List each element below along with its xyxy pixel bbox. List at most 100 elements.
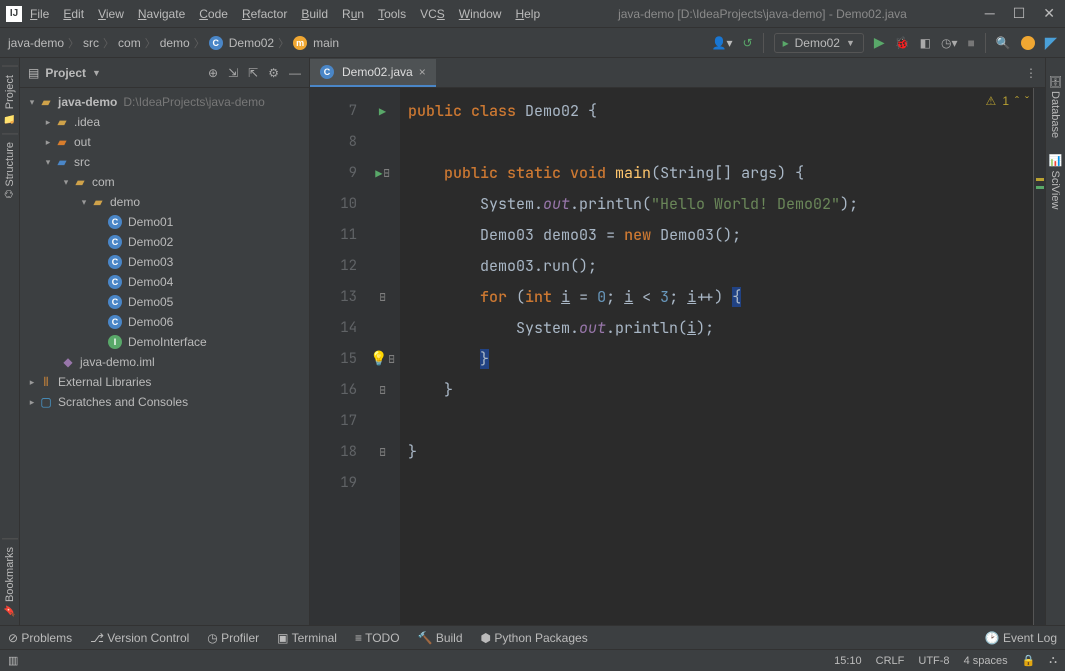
run-config-selector[interactable]: ▸ Demo02 ▼ [774, 33, 864, 53]
editor-tabs: C Demo02.java × ⋮ [310, 58, 1045, 88]
tree-out[interactable]: ▸▰out [20, 132, 309, 152]
status-memory-icon[interactable]: ⛬ [1049, 654, 1057, 667]
fold-close-icon[interactable]: ⊟ [380, 372, 386, 409]
breadcrumb-class[interactable]: Demo02 [229, 36, 274, 50]
fold-close-icon[interactable]: ⊟ [388, 341, 394, 378]
tab-demo02[interactable]: C Demo02.java × [310, 59, 436, 87]
tab-more-icon[interactable]: ⋮ [1025, 66, 1037, 80]
chevron-down-icon[interactable]: ▼ [92, 68, 101, 78]
collapse-icon[interactable]: ⇱ [248, 66, 258, 80]
stop-button-icon[interactable]: ■ [967, 36, 974, 50]
hide-panel-icon[interactable]: — [289, 66, 301, 80]
class-icon: C [108, 275, 122, 289]
debug-button-icon[interactable]: 🐞 [895, 36, 910, 50]
fold-close-icon[interactable]: ⊟ [380, 434, 386, 471]
fold-open-icon[interactable]: ⊟ [380, 279, 386, 316]
run-button-icon[interactable]: ▶ [874, 34, 885, 51]
coverage-icon[interactable]: ◧ [920, 36, 931, 50]
close-tab-icon[interactable]: × [419, 65, 426, 79]
left-tab-structure[interactable]: ⌬ Structure [2, 133, 18, 206]
lightbulb-icon[interactable]: 💡 [370, 344, 387, 375]
menu-build[interactable]: Build [301, 7, 328, 21]
status-tools-icon[interactable]: ▥ [8, 654, 18, 667]
menu-refactor[interactable]: Refactor [242, 7, 287, 21]
tool-python[interactable]: ⬢ Python Packages [481, 631, 588, 645]
fold-open-icon[interactable]: ⊟ [383, 155, 389, 192]
tool-vcs[interactable]: ⎇ Version Control [90, 631, 189, 645]
tree-demo[interactable]: ▾▰demo [20, 192, 309, 212]
tool-profiler[interactable]: ◷ Profiler [207, 631, 259, 645]
tree-com[interactable]: ▾▰com [20, 172, 309, 192]
tree-class-demo06[interactable]: CDemo06 [20, 312, 309, 332]
status-caret-pos[interactable]: 15:10 [834, 655, 862, 667]
menu-window[interactable]: Window [459, 7, 502, 21]
tree-project-root[interactable]: ▾▰ java-demo D:\IdeaProjects\java-demo [20, 92, 309, 112]
error-stripe[interactable] [1033, 88, 1045, 625]
menu-tools[interactable]: Tools [378, 7, 406, 21]
tree-class-demo01[interactable]: CDemo01 [20, 212, 309, 232]
select-opened-icon[interactable]: ⊕ [208, 66, 218, 80]
tree-class-demo03[interactable]: CDemo03 [20, 252, 309, 272]
menu-edit[interactable]: Edit [63, 7, 84, 21]
hammer-back-icon[interactable]: ↺ [743, 36, 753, 50]
menu-run[interactable]: Run [342, 7, 364, 21]
left-tab-project[interactable]: 📁 Project [2, 66, 18, 133]
tree-interface[interactable]: IDemoInterface [20, 332, 309, 352]
tree-scratches[interactable]: ▸▢Scratches and Consoles [20, 392, 309, 412]
expand-icon[interactable]: ⇲ [228, 66, 238, 80]
editor-area: C Demo02.java × ⋮ 78 910 1112 1314 1516 … [310, 58, 1045, 625]
gear-icon[interactable]: ⚙ [268, 66, 279, 80]
menu-vcs[interactable]: VCS [420, 7, 445, 21]
tree-iml[interactable]: ◆java-demo.iml [20, 352, 309, 372]
run-gutter-icon[interactable]: ▶ [375, 158, 382, 189]
status-readonly-icon[interactable]: 🔒 [1022, 654, 1036, 667]
run-gutter-icon[interactable]: ▶ [379, 96, 386, 127]
tab-label: Demo02.java [342, 65, 413, 79]
tree-external-libraries[interactable]: ▸⫴External Libraries [20, 372, 309, 392]
breadcrumb-demo[interactable]: demo [160, 36, 190, 50]
chevron-down-icon: ▼ [846, 38, 855, 48]
inspection-widget[interactable]: ⚠ 1 ˆ ˇ [986, 94, 1029, 108]
class-icon: C [320, 65, 334, 79]
close-icon[interactable]: ✕ [1043, 5, 1055, 22]
project-mode-icon: ▤ [28, 66, 39, 80]
maximize-icon[interactable]: ☐ [1013, 5, 1026, 22]
tool-problems[interactable]: ⊘ Problems [8, 631, 72, 645]
breadcrumb-src[interactable]: src [83, 36, 99, 50]
menu-code[interactable]: Code [199, 7, 228, 21]
tool-eventlog[interactable]: 🕑 Event Log [985, 631, 1057, 645]
prev-highlight-icon[interactable]: ˆ [1015, 94, 1019, 108]
window-title: java-demo [D:\IdeaProjects\java-demo] - … [540, 7, 985, 21]
next-highlight-icon[interactable]: ˇ [1025, 94, 1029, 108]
status-line-ending[interactable]: CRLF [876, 655, 905, 667]
project-panel-title: Project [45, 66, 86, 80]
code-editor[interactable]: public class Demo02 { public static void… [400, 88, 1033, 625]
breadcrumb-project[interactable]: java-demo [8, 36, 64, 50]
left-tab-bookmarks[interactable]: 🔖 Bookmarks [2, 538, 18, 625]
menu-view[interactable]: View [98, 7, 124, 21]
menu-navigate[interactable]: Navigate [138, 7, 185, 21]
tree-class-demo02[interactable]: CDemo02 [20, 232, 309, 252]
tree-idea[interactable]: ▸▰.idea [20, 112, 309, 132]
status-indent[interactable]: 4 spaces [964, 655, 1008, 667]
status-encoding[interactable]: UTF-8 [918, 655, 949, 667]
breadcrumb-method[interactable]: main [313, 36, 339, 50]
tree-class-demo04[interactable]: CDemo04 [20, 272, 309, 292]
tool-todo[interactable]: ≡ TODO [355, 631, 400, 645]
breadcrumb-com[interactable]: com [118, 36, 141, 50]
tool-terminal[interactable]: ▣ Terminal [277, 631, 337, 645]
right-tab-database[interactable]: 🗄 Database [1047, 66, 1064, 146]
add-config-icon[interactable]: 👤▾ [712, 36, 733, 50]
search-icon[interactable]: 🔍 [996, 36, 1011, 50]
right-tab-sciview[interactable]: 📊 SciView [1047, 146, 1064, 217]
menu-file[interactable]: FFileile [30, 7, 49, 21]
minimize-icon[interactable]: ─ [985, 5, 995, 22]
tree-src[interactable]: ▾▰src [20, 152, 309, 172]
menu-help[interactable]: Help [515, 7, 540, 21]
profile-icon[interactable]: ◷▾ [941, 36, 958, 50]
search-everywhere-icon[interactable]: ◤ [1045, 33, 1057, 53]
update-icon[interactable] [1021, 36, 1035, 50]
tool-build[interactable]: 🔨 Build [418, 631, 463, 645]
class-icon: C [108, 295, 122, 309]
tree-class-demo05[interactable]: CDemo05 [20, 292, 309, 312]
